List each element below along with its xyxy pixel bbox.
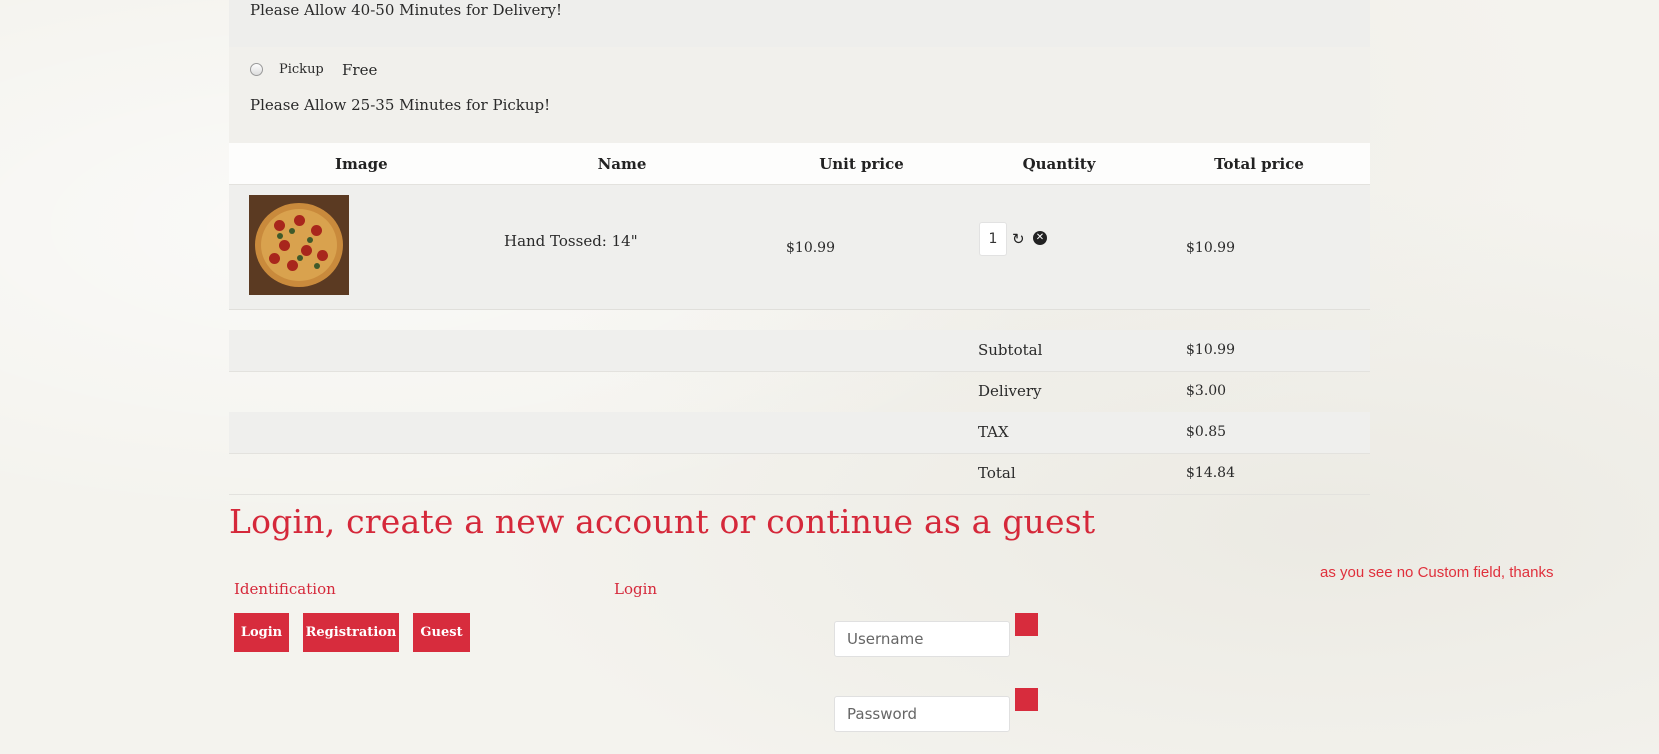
total-row: Total $14.84 (229, 453, 1370, 495)
refresh-icon[interactable]: ↻ (1012, 232, 1025, 247)
username-input[interactable] (834, 621, 1010, 657)
header-total-price: Total price (1214, 155, 1304, 173)
login-button[interactable]: Login (234, 613, 289, 652)
username-required-marker (1015, 613, 1038, 636)
product-unit-price: $10.99 (786, 240, 835, 256)
header-unit-price: Unit price (819, 155, 904, 173)
header-quantity: Quantity (1022, 155, 1096, 173)
pickup-label[interactable]: Pickup (279, 62, 324, 77)
delivery-label: Delivery (978, 382, 1042, 400)
total-value: $14.84 (1186, 465, 1235, 481)
registration-button[interactable]: Registration (303, 613, 399, 652)
quantity-input[interactable]: 1 (979, 222, 1007, 256)
identification-label: Identification (234, 580, 336, 598)
password-required-marker (1015, 688, 1038, 711)
header-image: Image (335, 155, 388, 173)
password-input[interactable] (834, 696, 1010, 732)
custom-field-note: as you see no Custom field, thanks (1320, 564, 1554, 581)
product-name: Hand Tossed: 14" (504, 232, 638, 250)
pickup-note: Please Allow 25-35 Minutes for Pickup! (250, 96, 551, 114)
subtotal-row: Subtotal $10.99 (229, 330, 1370, 372)
delivery-note: Please Allow 40-50 Minutes for Delivery! (250, 1, 563, 19)
tax-value: $0.85 (1186, 424, 1227, 440)
pickup-radio[interactable] (250, 63, 263, 76)
tax-label: TAX (978, 423, 1009, 441)
delivery-row: Delivery $3.00 (229, 371, 1370, 413)
delivery-value: $3.00 (1186, 383, 1227, 399)
header-name: Name (597, 155, 647, 173)
cart-table-header: Image Name Unit price Quantity Total pri… (229, 143, 1370, 185)
subtotal-label: Subtotal (978, 341, 1043, 359)
guest-button[interactable]: Guest (413, 613, 470, 652)
login-section-label: Login (614, 580, 658, 598)
total-label: Total (978, 464, 1016, 482)
pickup-price: Free (342, 61, 378, 79)
pizza-image (249, 195, 349, 295)
table-row: Hand Tossed: 14" $10.99 1 ↻ ✕ $10.99 (229, 185, 1370, 310)
page-title: Login, create a new account or continue … (229, 502, 1096, 541)
tax-row: TAX $0.85 (229, 412, 1370, 454)
product-total-price: $10.99 (1186, 240, 1235, 256)
subtotal-value: $10.99 (1186, 342, 1235, 358)
remove-icon[interactable]: ✕ (1033, 231, 1047, 245)
